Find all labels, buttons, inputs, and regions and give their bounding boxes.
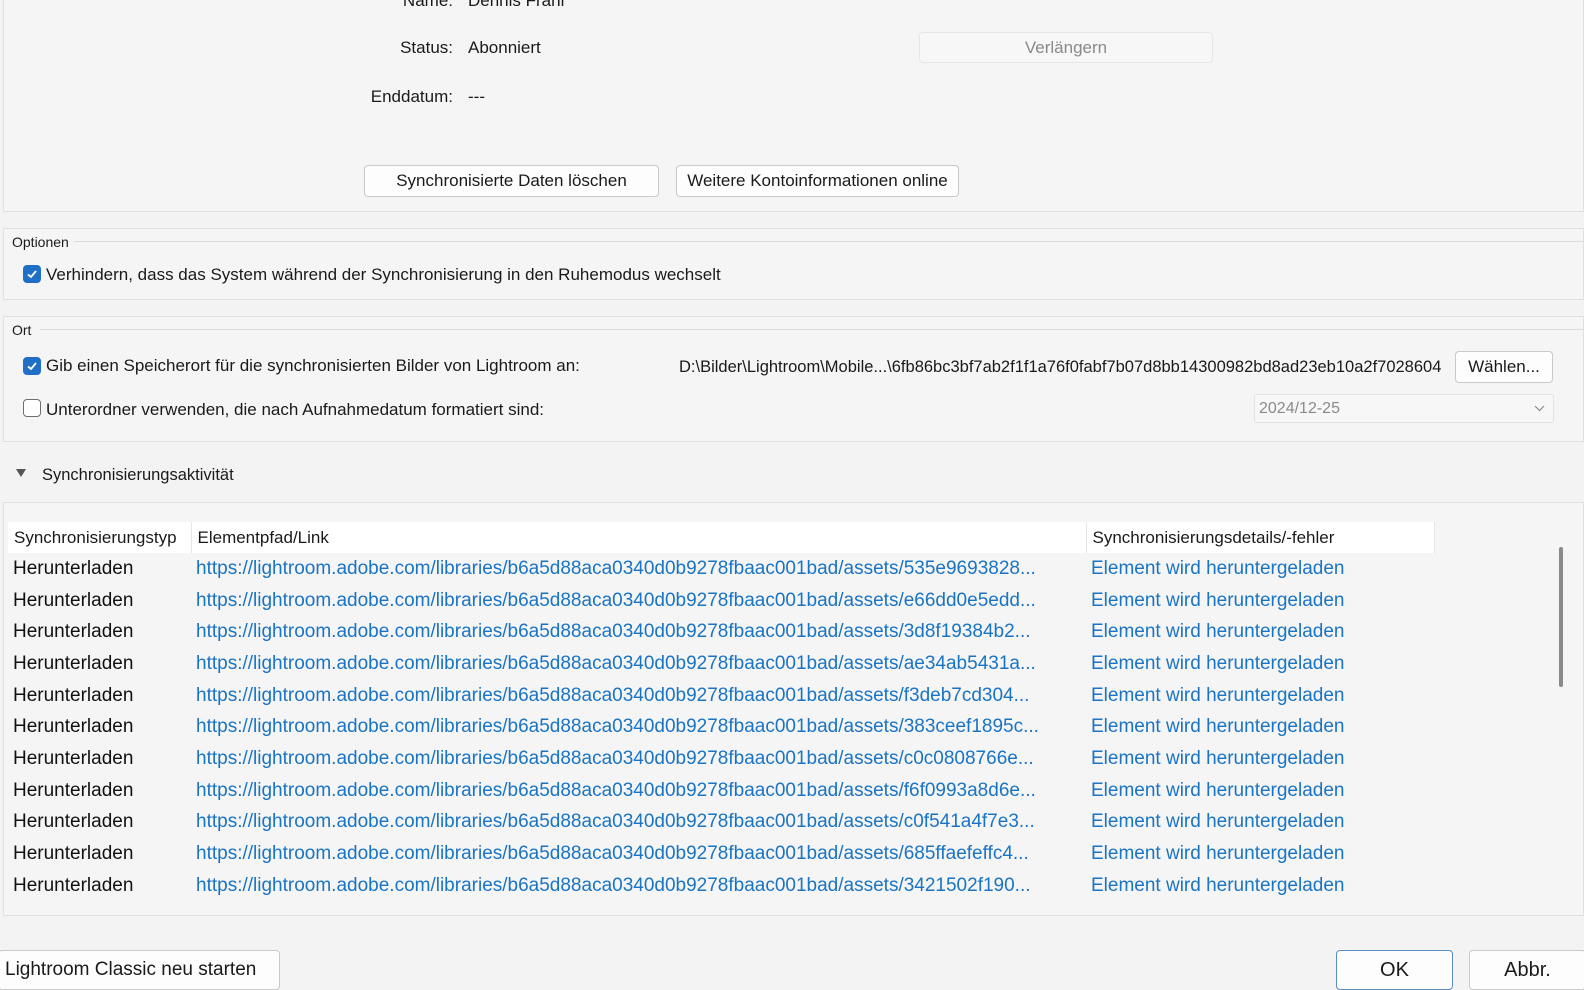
- sync-detail-link[interactable]: Element wird heruntergeladen: [1086, 775, 1434, 807]
- table-row[interactable]: Herunterladen https://lightroom.adobe.com…: [8, 838, 1434, 870]
- delete-synced-data-button[interactable]: Synchronisierte Daten löschen: [364, 165, 659, 197]
- asset-link[interactable]: https://lightroom.adobe.com/libraries/b6…: [191, 648, 1086, 680]
- table-row[interactable]: Herunterladen https://lightroom.adobe.com…: [8, 553, 1434, 585]
- location-divider: [40, 329, 1584, 330]
- sync-detail-link[interactable]: Element wird heruntergeladen: [1086, 553, 1434, 585]
- column-header-link[interactable]: Elementpfad/Link: [191, 522, 1087, 553]
- activity-table-body: Herunterladen https://lightroom.adobe.com…: [8, 553, 1434, 902]
- activity-table-wrapper: Synchronisierungstyp Elementpfad/Link Sy…: [8, 522, 1548, 912]
- subfolder-checkbox[interactable]: [23, 399, 41, 417]
- sync-detail-link[interactable]: Element wird heruntergeladen: [1086, 838, 1434, 870]
- asset-link[interactable]: https://lightroom.adobe.com/libraries/b6…: [191, 743, 1086, 775]
- renew-button[interactable]: Verlängern: [919, 32, 1213, 63]
- table-row[interactable]: Herunterladen https://lightroom.adobe.com…: [8, 711, 1434, 743]
- specify-location-checkbox[interactable]: [23, 357, 41, 375]
- activity-title: Synchronisierungsaktivität: [42, 466, 234, 484]
- choose-location-button[interactable]: Wählen...: [1455, 351, 1553, 383]
- options-panel: [3, 228, 1584, 300]
- collapse-triangle-icon[interactable]: [16, 469, 26, 477]
- sync-detail-link[interactable]: Element wird heruntergeladen: [1086, 585, 1434, 617]
- more-account-info-button[interactable]: Weitere Kontoinformationen online: [676, 165, 959, 197]
- status-label: Status:: [400, 38, 453, 57]
- enddate-value: ---: [468, 87, 485, 106]
- options-divider: [74, 241, 1584, 242]
- sync-type-cell: Herunterladen: [13, 621, 134, 643]
- sync-detail-link[interactable]: Element wird heruntergeladen: [1086, 680, 1434, 712]
- asset-link[interactable]: https://lightroom.adobe.com/libraries/b6…: [191, 680, 1086, 712]
- sync-detail-link[interactable]: Element wird heruntergeladen: [1086, 807, 1434, 839]
- location-path: D:\Bilder\Lightroom\Mobile...\6fb86bc3bf…: [679, 358, 1442, 376]
- sync-type-cell: Herunterladen: [13, 874, 134, 896]
- sync-type-cell: Herunterladen: [13, 589, 134, 611]
- sync-type-cell: Herunterladen: [13, 652, 134, 674]
- asset-link[interactable]: https://lightroom.adobe.com/libraries/b6…: [191, 616, 1086, 648]
- sync-type-cell: Herunterladen: [13, 843, 134, 865]
- column-header-type[interactable]: Synchronisierungstyp: [8, 522, 192, 553]
- subfolder-label: Unterordner verwenden, die nach Aufnahme…: [46, 400, 544, 419]
- table-row[interactable]: Herunterladen https://lightroom.adobe.com…: [8, 870, 1434, 902]
- table-row[interactable]: Herunterladen https://lightroom.adobe.com…: [8, 680, 1434, 712]
- table-row[interactable]: Herunterladen https://lightroom.adobe.com…: [8, 743, 1434, 775]
- date-format-select[interactable]: 2024/12-25: [1254, 394, 1554, 423]
- table-row[interactable]: Herunterladen https://lightroom.adobe.com…: [8, 616, 1434, 648]
- sync-type-cell: Herunterladen: [13, 684, 134, 706]
- sync-type-cell: Herunterladen: [13, 557, 134, 579]
- ok-button[interactable]: OK: [1336, 950, 1453, 990]
- sync-type-cell: Herunterladen: [13, 811, 134, 833]
- prevent-sleep-checkbox[interactable]: [23, 265, 41, 283]
- sync-detail-link[interactable]: Element wird heruntergeladen: [1086, 711, 1434, 743]
- specify-location-label: Gib einen Speicherort für die synchronis…: [46, 356, 580, 375]
- asset-link[interactable]: https://lightroom.adobe.com/libraries/b6…: [191, 553, 1086, 585]
- asset-link[interactable]: https://lightroom.adobe.com/libraries/b6…: [191, 838, 1086, 870]
- location-group-title: Ort: [12, 322, 32, 338]
- checkmark-icon: [27, 362, 37, 371]
- column-header-detail[interactable]: Synchronisierungsdetails/-fehler: [1086, 522, 1435, 553]
- enddate-label: Enddatum:: [370, 87, 453, 106]
- cancel-button[interactable]: Abbr.: [1469, 950, 1584, 990]
- asset-link[interactable]: https://lightroom.adobe.com/libraries/b6…: [191, 585, 1086, 617]
- table-row[interactable]: Herunterladen https://lightroom.adobe.com…: [8, 585, 1434, 617]
- restart-lightroom-button[interactable]: Lightroom Classic neu starten: [0, 950, 280, 990]
- asset-link[interactable]: https://lightroom.adobe.com/libraries/b6…: [191, 711, 1086, 743]
- table-row[interactable]: Herunterladen https://lightroom.adobe.com…: [8, 648, 1434, 680]
- sync-type-cell: Herunterladen: [13, 716, 134, 738]
- status-value: Abonniert: [468, 38, 541, 57]
- sync-detail-link[interactable]: Element wird heruntergeladen: [1086, 648, 1434, 680]
- vertical-scrollbar-thumb[interactable]: [1559, 547, 1563, 687]
- name-label: Name:: [402, 0, 453, 10]
- asset-link[interactable]: https://lightroom.adobe.com/libraries/b6…: [191, 870, 1086, 902]
- asset-link[interactable]: https://lightroom.adobe.com/libraries/b6…: [191, 775, 1086, 807]
- table-row[interactable]: Herunterladen https://lightroom.adobe.com…: [8, 807, 1434, 839]
- options-group-title: Optionen: [12, 234, 69, 250]
- asset-link[interactable]: https://lightroom.adobe.com/libraries/b6…: [191, 807, 1086, 839]
- activity-table: Synchronisierungstyp Elementpfad/Link Sy…: [8, 522, 1435, 902]
- sync-type-cell: Herunterladen: [13, 779, 134, 801]
- table-row[interactable]: Herunterladen https://lightroom.adobe.com…: [8, 775, 1434, 807]
- sync-detail-link[interactable]: Element wird heruntergeladen: [1086, 870, 1434, 902]
- location-panel: [3, 316, 1584, 442]
- sync-type-cell: Herunterladen: [13, 747, 134, 769]
- table-header-row: Synchronisierungstyp Elementpfad/Link Sy…: [8, 522, 1435, 553]
- sync-detail-link[interactable]: Element wird heruntergeladen: [1086, 743, 1434, 775]
- checkmark-icon: [27, 270, 37, 279]
- date-format-value: 2024/12-25: [1259, 399, 1340, 417]
- prevent-sleep-label: Verhindern, dass das System während der …: [46, 265, 721, 284]
- name-value: Dennis Frahl: [468, 0, 565, 10]
- chevron-down-icon: [1534, 405, 1545, 412]
- sync-detail-link[interactable]: Element wird heruntergeladen: [1086, 616, 1434, 648]
